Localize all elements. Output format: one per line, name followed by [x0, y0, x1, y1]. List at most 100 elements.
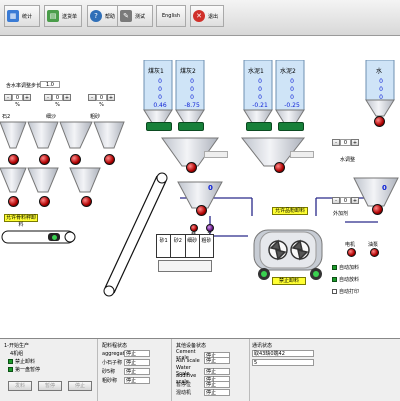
silo2-values: 0 0 0 -8.75 — [184, 78, 200, 109]
powder-hopper-light — [186, 162, 197, 173]
scale2-gate-light — [39, 196, 50, 207]
moisture-step-input[interactable]: 1.0 — [40, 81, 60, 88]
oil-pump-label: 油泵 — [368, 242, 379, 248]
production-option-2[interactable]: 第一盘暂停 — [8, 366, 40, 373]
batching-row-4: 粗砂称 停止 — [102, 377, 150, 384]
close-icon: ✕ — [193, 10, 205, 22]
pause-button[interactable]: 暂停 — [38, 381, 62, 391]
water-gate-light — [374, 116, 385, 127]
equipment-row-6: 混动机 停止 — [176, 389, 230, 396]
agent-label: 外加剂 — [333, 211, 349, 217]
batching-row-2: 小石子称 停止 — [102, 359, 150, 366]
agg3-pct-value[interactable]: 0 % — [96, 94, 107, 108]
allow-powder-discharge-button[interactable]: 允许品粉卸料 — [272, 207, 308, 215]
wrench-icon: ✎ — [120, 10, 132, 22]
motor-label: 电机 — [345, 242, 356, 248]
screw-motor-4 — [278, 122, 304, 131]
water-silo-values: 000 — [379, 78, 383, 101]
production-title: 1-开始生产 — [4, 343, 29, 349]
water-scale-light — [372, 204, 383, 215]
mixer-gate-right — [310, 268, 322, 280]
water-adjust-value[interactable]: 0 — [340, 139, 351, 146]
test-button[interactable]: ✎ 测试 — [117, 5, 153, 27]
water-scale-value: 0 — [382, 184, 387, 192]
document-icon: ▤ — [47, 10, 59, 22]
bin4-gate-light — [104, 154, 115, 165]
bin1-gate-light — [8, 154, 19, 165]
moisture-step-label: 含水率调整步长: — [6, 83, 43, 89]
motor-light — [347, 248, 356, 257]
batching-panel: 配料程状态 aggregate 停止 小石子称 停止 砂5称 停止 粗砂称 停止 — [100, 339, 172, 401]
silo3-values: 0 0 0 -0.21 — [252, 78, 268, 109]
water-silo-label: 水 — [376, 68, 383, 75]
production-mode: 4机组 — [10, 351, 24, 357]
auto-discharge-checkbox[interactable]: 自动放料 — [332, 276, 359, 283]
agg1-minus-button[interactable]: - — [4, 94, 12, 101]
batching-row-3: 砂5称 停止 — [102, 368, 150, 375]
powder-scale-value: 0 — [208, 184, 213, 192]
small-bin-readouts — [158, 260, 212, 272]
exit-button[interactable]: ✕ 退出 — [190, 5, 224, 27]
water-adjust-label: 水调整 — [340, 157, 356, 163]
powder-hopper-readout — [204, 151, 228, 158]
english-button[interactable]: English — [156, 5, 186, 27]
status-panel: 1-开始生产 4机组 禁止卸料 第一盘暂停 发料 暂停 停止 配料程状态 agg… — [0, 338, 400, 401]
auto-print-check-mark[interactable] — [332, 289, 337, 294]
silo2-label: 煤灰2 — [180, 68, 196, 75]
equipment-panel: 其他设备状态 Cement scale 停止 Ash scale 停止 Water … — [174, 339, 250, 401]
dispatch-button[interactable]: 发料 — [8, 381, 32, 391]
batching-title: 配料程状态 — [102, 343, 128, 349]
mixer-gate-left — [258, 268, 270, 280]
bin2-gate-light — [39, 154, 50, 165]
toolbar: ▦ 统计 ▤ 送货单 ? 帮助 ✎ 测试 English ✕ 退出 — [0, 0, 400, 36]
agent-adjust-value[interactable]: 0 — [340, 197, 351, 204]
cement-scale-readout — [290, 151, 314, 158]
equipment-row-5: 暂停位 停止 — [176, 381, 230, 388]
scale1-gate-light — [8, 196, 19, 207]
water-minus-button[interactable]: - — [332, 139, 340, 146]
small-bin-2: 砂2 — [171, 235, 186, 257]
batching-row-1: aggregate 停止 — [102, 350, 150, 357]
screw-motor-1 — [146, 122, 172, 131]
belt-motor-light — [51, 234, 57, 240]
auto-feed-check-mark[interactable] — [332, 265, 337, 270]
silo3-label: 水泥1 — [248, 68, 264, 75]
oil-pump-light — [370, 248, 379, 257]
comm-status-line-1: 取43缺0端42 — [252, 350, 314, 357]
prohibit-discharge-button[interactable]: 禁止卸料 — [272, 277, 306, 285]
comm-title: 通讯状态 — [252, 343, 273, 349]
agg2-minus-button[interactable]: - — [44, 94, 52, 101]
equipment-title: 其他设备状态 — [176, 343, 207, 349]
production-panel: 1-开始生产 4机组 禁止卸料 第一盘暂停 发料 暂停 停止 — [0, 339, 98, 401]
agg1-plus-button[interactable]: + — [23, 94, 31, 101]
stats-button[interactable]: ▦ 统计 — [4, 5, 40, 27]
agent-minus-button[interactable]: - — [332, 197, 340, 204]
water-plus-button[interactable]: + — [351, 139, 359, 146]
screw-motor-2 — [178, 122, 204, 131]
small-bin-group: 砂1 砂2 细砂 粗砂 — [156, 234, 214, 258]
bin-label-3: 粗砂 — [90, 114, 101, 120]
small-bin-4: 粗砂 — [201, 238, 212, 244]
cement-scale-light — [274, 162, 285, 173]
agg3-minus-button[interactable]: - — [88, 94, 96, 101]
allow-aggregate-discharge-button[interactable]: 允许骨料秤卸料 — [4, 214, 38, 228]
production-option-1[interactable]: 禁止卸料 — [8, 358, 35, 365]
auto-print-checkbox[interactable]: 自动打印 — [332, 288, 359, 295]
auto-discharge-check-mark[interactable] — [332, 277, 337, 282]
small-bin-1: 砂1 — [157, 235, 172, 257]
agg2-plus-button[interactable]: + — [63, 94, 71, 101]
chart-icon: ▦ — [7, 10, 19, 22]
bin-label-2: 细沙 — [46, 114, 57, 120]
belt-motor — [48, 233, 60, 241]
silo1-values: 0 0 0 0.46 — [153, 78, 167, 109]
agg1-pct-value[interactable]: 0 % — [12, 94, 23, 108]
silo4-label: 水泥2 — [280, 68, 296, 75]
agg3-plus-button[interactable]: + — [107, 94, 115, 101]
process-canvas: 含水率调整步长: 1.0 - 0 % + - 0 % + - 0 % + 石2 … — [0, 36, 400, 336]
stop-button[interactable]: 停止 — [68, 381, 92, 391]
powder-scale-light — [196, 205, 207, 216]
agg2-pct-value[interactable]: 0 % — [52, 94, 63, 108]
auto-feed-checkbox[interactable]: 自动加料 — [332, 264, 359, 271]
delivery-note-button[interactable]: ▤ 送货单 — [44, 5, 82, 27]
mixer-drum — [253, 229, 323, 271]
